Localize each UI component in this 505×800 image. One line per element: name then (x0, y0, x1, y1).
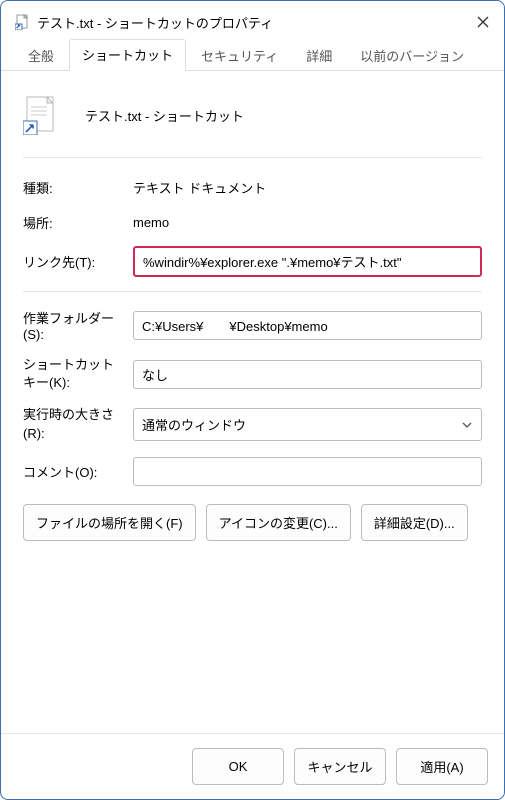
action-button-row: ファイルの場所を開く(F) アイコンの変更(C)... 詳細設定(D)... (23, 504, 482, 541)
comment-input[interactable] (133, 457, 482, 486)
row-target: リンク先(T): (23, 246, 482, 277)
label-shortcutkey: ショートカット キー(K): (23, 356, 123, 392)
divider (23, 291, 482, 292)
titlebar: テスト.txt - ショートカットのプロパティ (1, 1, 504, 41)
tab-security[interactable]: セキュリティ (188, 40, 291, 71)
tab-general[interactable]: 全般 (15, 40, 67, 71)
tab-shortcut[interactable]: ショートカット (69, 39, 186, 71)
row-shortcutkey: ショートカット キー(K): (23, 356, 482, 392)
row-run: 実行時の大きさ(R): 通常のウィンドウ (23, 406, 482, 442)
label-comment: コメント(O): (23, 462, 123, 481)
titlebar-left: テスト.txt - ショートカットのプロパティ (15, 13, 273, 32)
row-startin: 作業フォルダー(S): (23, 308, 482, 342)
header-row: テスト.txt - ショートカット (23, 95, 482, 158)
value-type: テキスト ドキュメント (133, 176, 482, 199)
tab-details[interactable]: 詳細 (293, 40, 345, 71)
run-select[interactable]: 通常のウィンドウ (133, 408, 482, 441)
apply-button[interactable]: 適用(A) (396, 748, 488, 785)
advanced-button[interactable]: 詳細設定(D)... (361, 504, 468, 541)
file-shortcut-icon-large (23, 95, 59, 135)
tab-row: 全般 ショートカット セキュリティ 詳細 以前のバージョン (1, 41, 504, 71)
close-icon[interactable] (476, 15, 490, 29)
header-filename: テスト.txt - ショートカット (85, 106, 244, 125)
run-select-value: 通常のウィンドウ (142, 415, 246, 434)
chevron-down-icon (461, 419, 473, 431)
label-location: 場所: (23, 213, 123, 232)
startin-input[interactable] (133, 311, 482, 340)
content-panel: テスト.txt - ショートカット 種類: テキスト ドキュメント 場所: me… (1, 71, 504, 551)
row-comment: コメント(O): (23, 457, 482, 486)
label-startin: 作業フォルダー(S): (23, 308, 123, 342)
row-type: 種類: テキスト ドキュメント (23, 176, 482, 199)
file-shortcut-icon (15, 14, 31, 30)
label-type: 種類: (23, 178, 123, 197)
label-run: 実行時の大きさ(R): (23, 406, 123, 442)
footer: OK キャンセル 適用(A) (1, 733, 504, 799)
shortcutkey-input[interactable] (133, 360, 482, 389)
ok-button[interactable]: OK (192, 748, 284, 785)
target-input[interactable] (133, 246, 482, 277)
row-location: 場所: memo (23, 213, 482, 232)
label-target: リンク先(T): (23, 252, 123, 271)
window-title: テスト.txt - ショートカットのプロパティ (37, 13, 273, 32)
open-file-location-button[interactable]: ファイルの場所を開く(F) (23, 504, 196, 541)
value-location: memo (133, 213, 482, 232)
cancel-button[interactable]: キャンセル (294, 748, 386, 785)
tab-previous[interactable]: 以前のバージョン (347, 40, 477, 71)
change-icon-button[interactable]: アイコンの変更(C)... (206, 504, 351, 541)
